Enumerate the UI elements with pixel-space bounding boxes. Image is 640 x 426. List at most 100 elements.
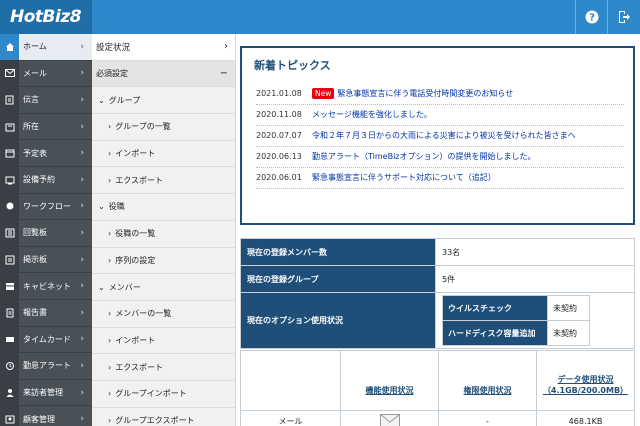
topic-link[interactable]: 令和２年７月３日からの大雨による災害により被災を受けられた皆さまへ <box>312 130 576 141</box>
chevron-right-icon: › <box>80 227 84 238</box>
usage-row-function <box>340 410 439 426</box>
nav-item-equipment[interactable]: 設備予約 › <box>0 166 92 194</box>
main-content: 新着トピックス 2021.01.08 New 緊急事態宣言に伴う電話受付時間変更のお… <box>236 34 640 426</box>
location-icon <box>0 113 19 140</box>
submenu-item-position-list[interactable]: › 役職の一覧 <box>92 221 235 248</box>
option-status: 未契約 <box>547 295 590 321</box>
chevron-right-icon: › <box>80 360 84 371</box>
usage-table: 機能使用状況 権限使用状況 データ使用状況（4.1GB/200.0MB） メール… <box>240 350 635 426</box>
report-icon <box>0 299 19 326</box>
topic-link[interactable]: 緊急事態宣言に伴う電話受付時間変更のお知らせ <box>337 88 513 99</box>
help-button[interactable]: ? <box>575 0 607 34</box>
chevron-right-icon: › <box>108 309 112 319</box>
submenu-group-groups[interactable]: ⌄ グループ <box>92 87 235 115</box>
topics-panel: 新着トピックス 2021.01.08 New 緊急事態宣言に伴う電話受付時間変更のお… <box>240 46 635 225</box>
submenu-item-rank-settings[interactable]: › 序列の設定 <box>92 248 235 275</box>
logout-icon <box>618 11 630 23</box>
equipment-icon <box>0 166 19 193</box>
usage-row-data: 468.1KB <box>536 410 635 426</box>
groups-count-label: 現在の登録グループ <box>240 265 436 293</box>
topic-item: 2020.11.08 メッセージ機能を強化しました。 <box>256 105 624 126</box>
chevron-right-icon: › <box>108 122 112 132</box>
usage-header-data[interactable]: データ使用状況（4.1GB/200.0MB） <box>536 350 635 411</box>
topic-item: 2021.01.08 New 緊急事態宣言に伴う電話受付時間変更のお知らせ <box>256 84 624 105</box>
option-name: ウイルスチェック <box>442 295 548 321</box>
submenu-group-members[interactable]: ⌄ メンバー <box>92 274 235 301</box>
new-badge: New <box>312 88 335 100</box>
app-header: HotBiz8 ? <box>0 0 640 34</box>
nav-item-customer[interactable]: 顧客管理 › <box>0 406 92 426</box>
chevron-right-icon: › <box>80 68 84 79</box>
collapse-icon: − <box>219 68 228 80</box>
submenu-item-group-export[interactable]: › エクスポート <box>92 167 235 195</box>
chevron-right-icon: › <box>80 387 84 398</box>
alert-icon <box>0 353 19 379</box>
option-status: 未契約 <box>547 320 590 346</box>
chevron-right-icon: › <box>108 149 112 159</box>
members-count-label: 現在の登録メンバー数 <box>240 238 436 266</box>
submenu-item-settings-status[interactable]: 設定状況 › <box>92 34 235 61</box>
topic-link[interactable]: メッセージ機能を強化しました。 <box>312 109 432 120</box>
options-usage-cell: ウイルスチェック 未契約 ハードディスク容量追加 未契約 <box>435 292 635 349</box>
nav-item-circular[interactable]: 回覧板 › <box>0 220 92 247</box>
chevron-right-icon: › <box>80 201 84 212</box>
chevron-right-icon: › <box>224 41 228 53</box>
topics-title: 新着トピックス <box>254 59 331 72</box>
chevron-right-icon: › <box>108 415 112 425</box>
circular-icon <box>0 220 19 246</box>
customer-icon <box>0 406 19 426</box>
nav-item-attendance-alert[interactable]: 勤怠アラート › <box>0 353 92 380</box>
calendar-icon <box>0 140 19 166</box>
submenu-item-member-export[interactable]: › エクスポート <box>92 354 235 381</box>
nav-item-mail[interactable]: メール › <box>0 60 92 88</box>
chevron-right-icon: › <box>108 389 112 399</box>
members-count-value: 33名 <box>435 238 635 266</box>
topic-link[interactable]: 勤怠アラート（TimeBizオプション）の提供を開始しました。 <box>312 151 536 162</box>
main-nav: ホーム › メール › 伝言 › 所在 › 予定表 › 設備予約 › ワークフロー › 回覧板… <box>0 34 92 426</box>
logout-button[interactable] <box>607 0 639 34</box>
nav-item-workflow[interactable]: ワークフロー › <box>0 193 92 221</box>
chevron-right-icon: › <box>80 254 84 265</box>
submenu-item-group-list[interactable]: › グループの一覧 <box>92 114 235 141</box>
bulletin-icon <box>0 246 19 273</box>
status-table: 現在の登録メンバー数 33名 現在の登録グループ 5件 現在のオプション使用状況 ウ… <box>240 238 635 349</box>
nav-item-home[interactable]: ホーム › <box>0 34 92 61</box>
timecard-icon <box>0 326 19 353</box>
chevron-down-icon: ⌄ <box>98 95 105 105</box>
chevron-right-icon: › <box>108 255 112 265</box>
chevron-right-icon: › <box>80 94 84 105</box>
submenu-section-required[interactable]: 必須設定 − <box>92 60 235 88</box>
usage-header-blank <box>240 350 341 411</box>
usage-header-permission[interactable]: 権限使用状況 <box>438 350 537 411</box>
nav-item-cabinet[interactable]: キャビネット › <box>0 273 92 300</box>
submenu-item-group-import-members[interactable]: › グループインポート <box>92 381 235 408</box>
topic-link[interactable]: 緊急事態宣言に伴うサポート対応について（追記） <box>312 172 496 183</box>
submenu-item-member-list[interactable]: › メンバーの一覧 <box>92 301 235 328</box>
nav-item-report[interactable]: 報告書 › <box>0 299 92 327</box>
cabinet-icon <box>0 273 19 299</box>
submenu-item-group-import[interactable]: › インポート <box>92 141 235 168</box>
nav-item-memo[interactable]: 伝言 › <box>0 87 92 114</box>
submenu-item-group-export-members[interactable]: › グループエクスポート <box>92 408 235 426</box>
chevron-right-icon: › <box>80 41 84 52</box>
submenu-group-positions[interactable]: ⌄ 役職 <box>92 194 235 221</box>
chevron-right-icon: › <box>80 281 84 292</box>
submenu-item-member-import[interactable]: › インポート <box>92 328 235 355</box>
memo-icon <box>0 87 19 113</box>
chevron-down-icon: ⌄ <box>98 202 105 212</box>
envelope-icon <box>379 413 400 426</box>
topic-item: 2020.06.13 勤怠アラート（TimeBizオプション）の提供を開始しました… <box>256 147 624 168</box>
chevron-right-icon: › <box>108 362 112 372</box>
app-logo[interactable]: HotBiz8 <box>0 0 92 34</box>
usage-header-function[interactable]: 機能使用状況 <box>340 350 439 411</box>
table-row: メール - 468.1KB <box>240 410 635 426</box>
chevron-right-icon: › <box>80 174 84 185</box>
nav-item-visitor[interactable]: 来訪者管理 › <box>0 379 92 407</box>
chevron-down-icon: ⌄ <box>98 282 105 292</box>
svg-text:?: ? <box>589 13 595 24</box>
groups-count-value: 5件 <box>435 265 635 293</box>
nav-item-calendar[interactable]: 予定表 › <box>0 140 92 167</box>
nav-item-location[interactable]: 所在 › <box>0 113 92 141</box>
nav-item-bulletin[interactable]: 掲示板 › <box>0 246 92 274</box>
nav-item-timecard[interactable]: タイムカード › <box>0 326 92 354</box>
